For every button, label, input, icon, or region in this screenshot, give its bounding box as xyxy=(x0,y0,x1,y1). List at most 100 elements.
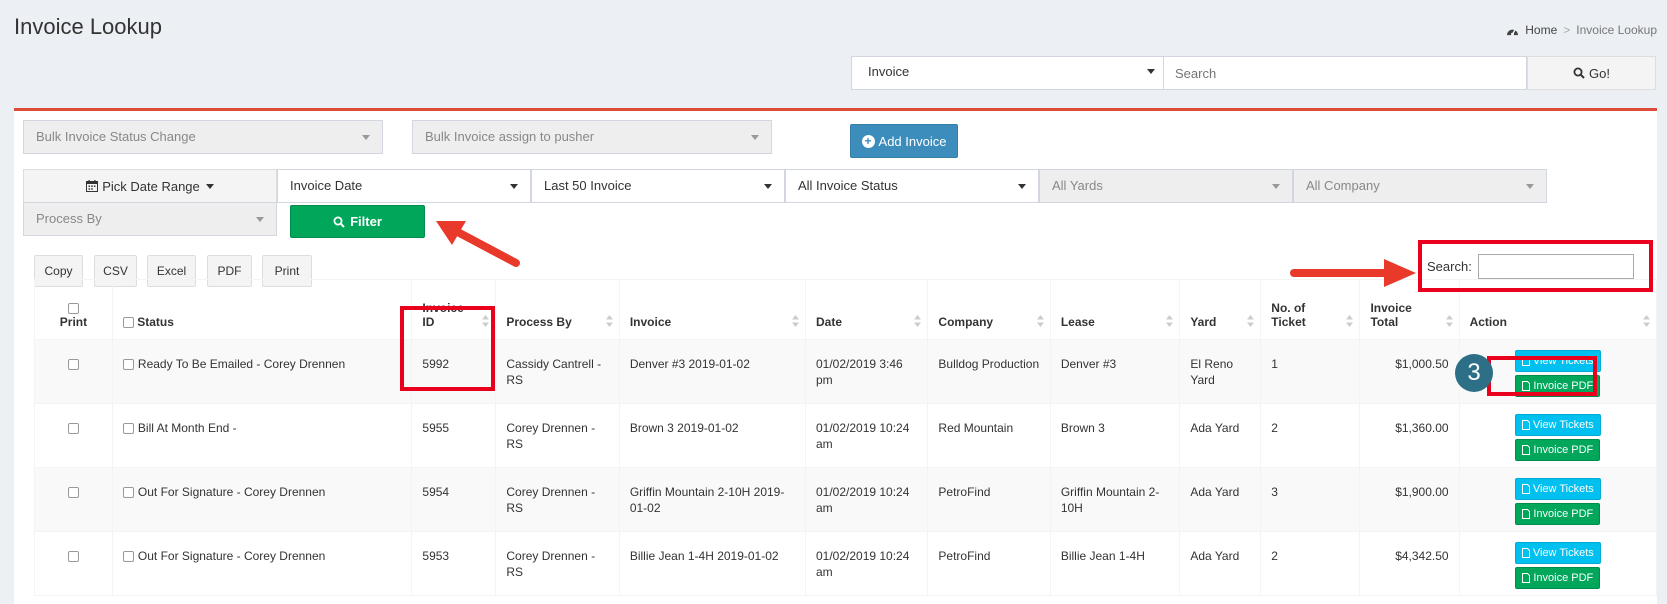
filter-button[interactable]: Filter xyxy=(290,205,425,238)
plus-circle-icon: + xyxy=(861,134,875,148)
invoice-status-value: All Invoice Status xyxy=(798,178,898,193)
tickets-cell: 2 xyxy=(1260,531,1361,596)
row-status-checkbox[interactable] xyxy=(122,358,134,370)
col-status[interactable]: Status xyxy=(111,279,413,340)
row-print-checkbox[interactable] xyxy=(67,551,79,563)
view-tickets-button[interactable]: View Tickets xyxy=(1514,542,1601,564)
status-header-checkbox[interactable] xyxy=(122,317,134,329)
go-button[interactable]: Go! xyxy=(1527,56,1656,90)
row-status-checkbox[interactable] xyxy=(122,422,134,434)
invoice-limit-select[interactable]: Last 50 Invoice xyxy=(531,169,785,203)
row-status-checkbox[interactable] xyxy=(122,550,134,562)
pdf-label: PDF xyxy=(217,264,242,278)
invoice-pdf-button[interactable]: Invoice PDF xyxy=(1515,567,1601,589)
bulk-assign-select[interactable]: Bulk Invoice assign to pusher xyxy=(412,120,772,154)
col-lease[interactable]: Lease xyxy=(1049,279,1181,340)
invoice-limit-value: Last 50 Invoice xyxy=(544,178,632,193)
view-tickets-button[interactable]: View Tickets xyxy=(1514,478,1601,500)
excel-label: Excel xyxy=(156,264,187,278)
col-process-by[interactable]: Process By xyxy=(495,279,620,340)
col-total-label-1: Invoice xyxy=(1370,301,1412,315)
action-cell: View Tickets Invoice PDF xyxy=(1458,403,1658,468)
invoice-pdf-button[interactable]: Invoice PDF xyxy=(1515,503,1601,525)
col-lease-label: Lease xyxy=(1060,315,1095,329)
add-invoice-button[interactable]: + Add Invoice xyxy=(850,124,958,158)
total-cell: $1,000.50 xyxy=(1359,339,1460,404)
col-print[interactable]: Print xyxy=(34,279,113,340)
status-cell: Ready To Be Emailed - Corey Drennen xyxy=(111,339,413,404)
col-yard[interactable]: Yard xyxy=(1179,279,1262,340)
total-cell: $1,360.00 xyxy=(1359,403,1460,468)
pick-date-range-button[interactable]: Pick Date Range xyxy=(23,169,277,203)
yard-cell: Ada Yard xyxy=(1179,531,1262,596)
select-all-checkbox[interactable] xyxy=(67,303,79,315)
date-field-value: Invoice Date xyxy=(290,178,363,193)
view-tickets-label: View Tickets xyxy=(1532,419,1594,431)
file-icon xyxy=(1521,420,1530,430)
date-field-select[interactable]: Invoice Date xyxy=(277,169,531,203)
yard-cell: El Reno Yard xyxy=(1179,339,1262,404)
bulk-status-label: Bulk Invoice Status Change xyxy=(36,129,196,144)
filter-label: Filter xyxy=(350,214,382,229)
date-cell: 01/02/2019 10:24 am xyxy=(804,531,929,596)
action-cell: View Tickets Invoice PDF xyxy=(1458,467,1658,532)
col-print-label: Print xyxy=(59,315,88,329)
status-text: Out For Signature - Corey Drennen xyxy=(137,549,326,563)
breadcrumb-current: Invoice Lookup xyxy=(1576,23,1657,37)
invoice-panel: Bulk Invoice Status Change Bulk Invoice … xyxy=(14,108,1658,604)
yard-cell: Ada Yard xyxy=(1179,467,1262,532)
annotation-box-invoice-id xyxy=(400,306,495,391)
print-cell xyxy=(34,531,113,596)
row-print-checkbox[interactable] xyxy=(67,359,79,371)
process-by-cell: Corey Drennen - RS xyxy=(495,467,620,532)
col-invoice-label: Invoice xyxy=(629,315,672,329)
status-text: Ready To Be Emailed - Corey Drennen xyxy=(137,357,346,371)
sort-icon xyxy=(1247,315,1255,327)
col-status-label: Status xyxy=(137,315,174,329)
process-by-select[interactable]: Process By xyxy=(23,202,277,236)
print-label: Print xyxy=(274,264,300,278)
company-select[interactable]: All Company xyxy=(1293,169,1547,203)
col-date[interactable]: Date xyxy=(804,279,929,340)
process-by-cell: Corey Drennen - RS xyxy=(495,403,620,468)
search-icon xyxy=(333,216,345,228)
action-cell: View Tickets Invoice PDF xyxy=(1458,531,1658,596)
row-status-checkbox[interactable] xyxy=(122,486,134,498)
total-cell: $1,900.00 xyxy=(1359,467,1460,532)
file-pdf-icon xyxy=(1522,445,1531,455)
table-row: Bill At Month End - 5955 Corey Drennen -… xyxy=(34,403,1658,468)
col-process-by-label: Process By xyxy=(506,315,572,329)
invoice-pdf-button[interactable]: Invoice PDF xyxy=(1515,439,1601,461)
invoice-cell: Denver #3 2019-01-02 xyxy=(618,339,806,404)
search-type-value: Invoice xyxy=(868,64,910,79)
col-invoice[interactable]: Invoice xyxy=(618,279,806,340)
row-print-checkbox[interactable] xyxy=(67,423,79,435)
bulk-status-select[interactable]: Bulk Invoice Status Change xyxy=(23,120,383,154)
date-cell: 01/02/2019 10:24 am xyxy=(804,467,929,532)
col-date-label: Date xyxy=(815,315,842,329)
print-cell xyxy=(34,467,113,532)
calendar-icon xyxy=(86,180,99,192)
top-search-input[interactable] xyxy=(1164,56,1527,90)
chevron-down-icon xyxy=(1272,184,1280,189)
search-type-select[interactable]: Invoice xyxy=(851,56,1164,90)
pick-date-label: Pick Date Range xyxy=(102,178,200,194)
col-company[interactable]: Company xyxy=(927,279,1051,340)
dashboard-icon xyxy=(1507,28,1519,36)
date-cell: 01/02/2019 3:46 pm xyxy=(804,339,929,404)
breadcrumb-home[interactable]: Home xyxy=(1525,23,1557,37)
csv-label: CSV xyxy=(103,264,128,278)
file-icon xyxy=(1521,548,1530,558)
lease-cell: Griffin Mountain 2-10H xyxy=(1049,467,1181,532)
invoice-cell: Griffin Mountain 2-10H 2019-01-02 xyxy=(618,467,806,532)
annotation-box-view-tickets xyxy=(1487,356,1597,396)
invoice-status-select[interactable]: All Invoice Status xyxy=(785,169,1039,203)
tickets-cell: 2 xyxy=(1260,403,1361,468)
company-value: All Company xyxy=(1306,178,1380,193)
view-tickets-button[interactable]: View Tickets xyxy=(1514,414,1601,436)
row-print-checkbox[interactable] xyxy=(67,487,79,499)
invoice-id-cell: 5955 xyxy=(411,403,497,468)
yards-select[interactable]: All Yards xyxy=(1039,169,1293,203)
arrow-icon xyxy=(436,221,520,267)
annotation-box-search xyxy=(1418,240,1653,292)
